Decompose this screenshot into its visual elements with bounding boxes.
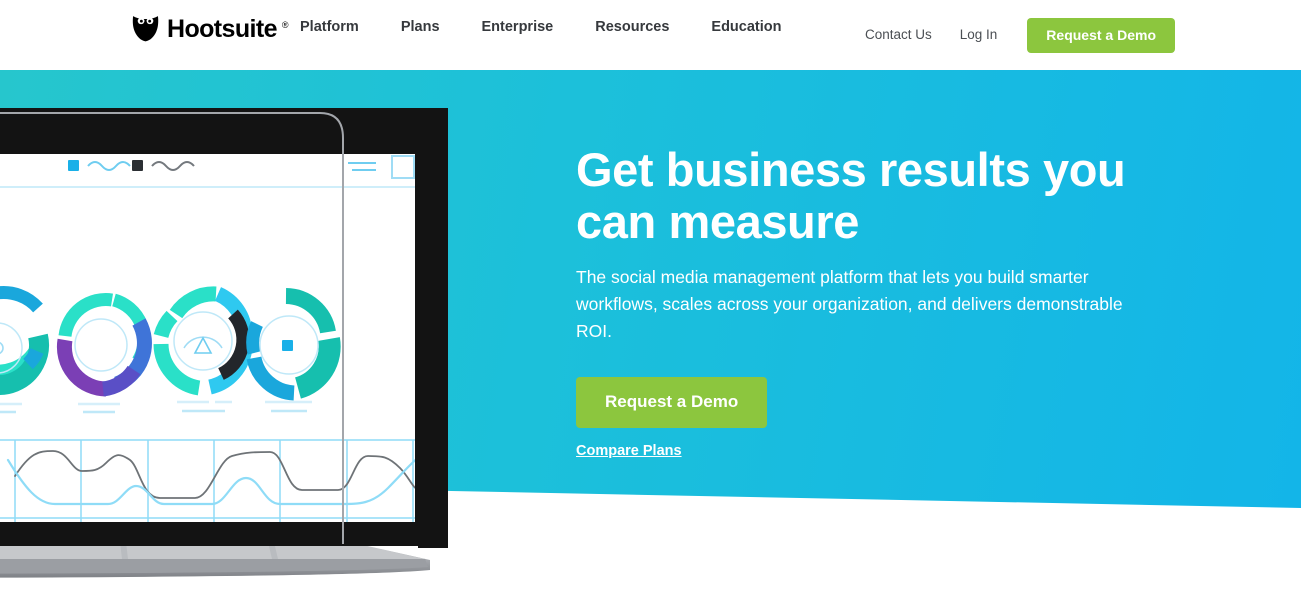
owl-logo-icon [132, 16, 159, 42]
contact-us-link[interactable]: Contact Us [865, 26, 932, 44]
product-screenshot-laptop [0, 108, 620, 578]
main-navigation: Platform Plans Enterprise Resources Educ… [300, 17, 782, 37]
nav-item-education[interactable]: Education [711, 17, 781, 37]
header-utility-area: Contact Us Log In Request a Demo [865, 0, 1301, 70]
hero-subtitle: The social media management platform tha… [576, 267, 1123, 341]
log-in-link[interactable]: Log In [960, 26, 998, 44]
nav-item-enterprise[interactable]: Enterprise [482, 17, 576, 37]
compare-plans-link[interactable]: Compare Plans [576, 442, 1136, 460]
hero-content: Get business results you can measure The… [576, 144, 1136, 460]
brand-logo[interactable]: Hootsuite ® [131, 12, 290, 42]
nav-item-platform[interactable]: Platform [300, 17, 381, 37]
page-root: Get business results you can measure The… [0, 0, 1301, 614]
nav-item-plans[interactable]: Plans [401, 17, 462, 37]
nav-item-resources[interactable]: Resources [595, 17, 691, 37]
hero-title: Get business results you can measure [576, 143, 1126, 248]
brand-registered-mark: ® [281, 20, 289, 30]
header-request-demo-button[interactable]: Request a Demo [1027, 17, 1175, 53]
brand-wordmark: Hootsuite [167, 15, 277, 43]
dashboard-screen [0, 153, 420, 523]
site-header: Hootsuite ® Platform Plans Enterprise Re… [0, 0, 1301, 70]
laptop-base [0, 542, 430, 578]
